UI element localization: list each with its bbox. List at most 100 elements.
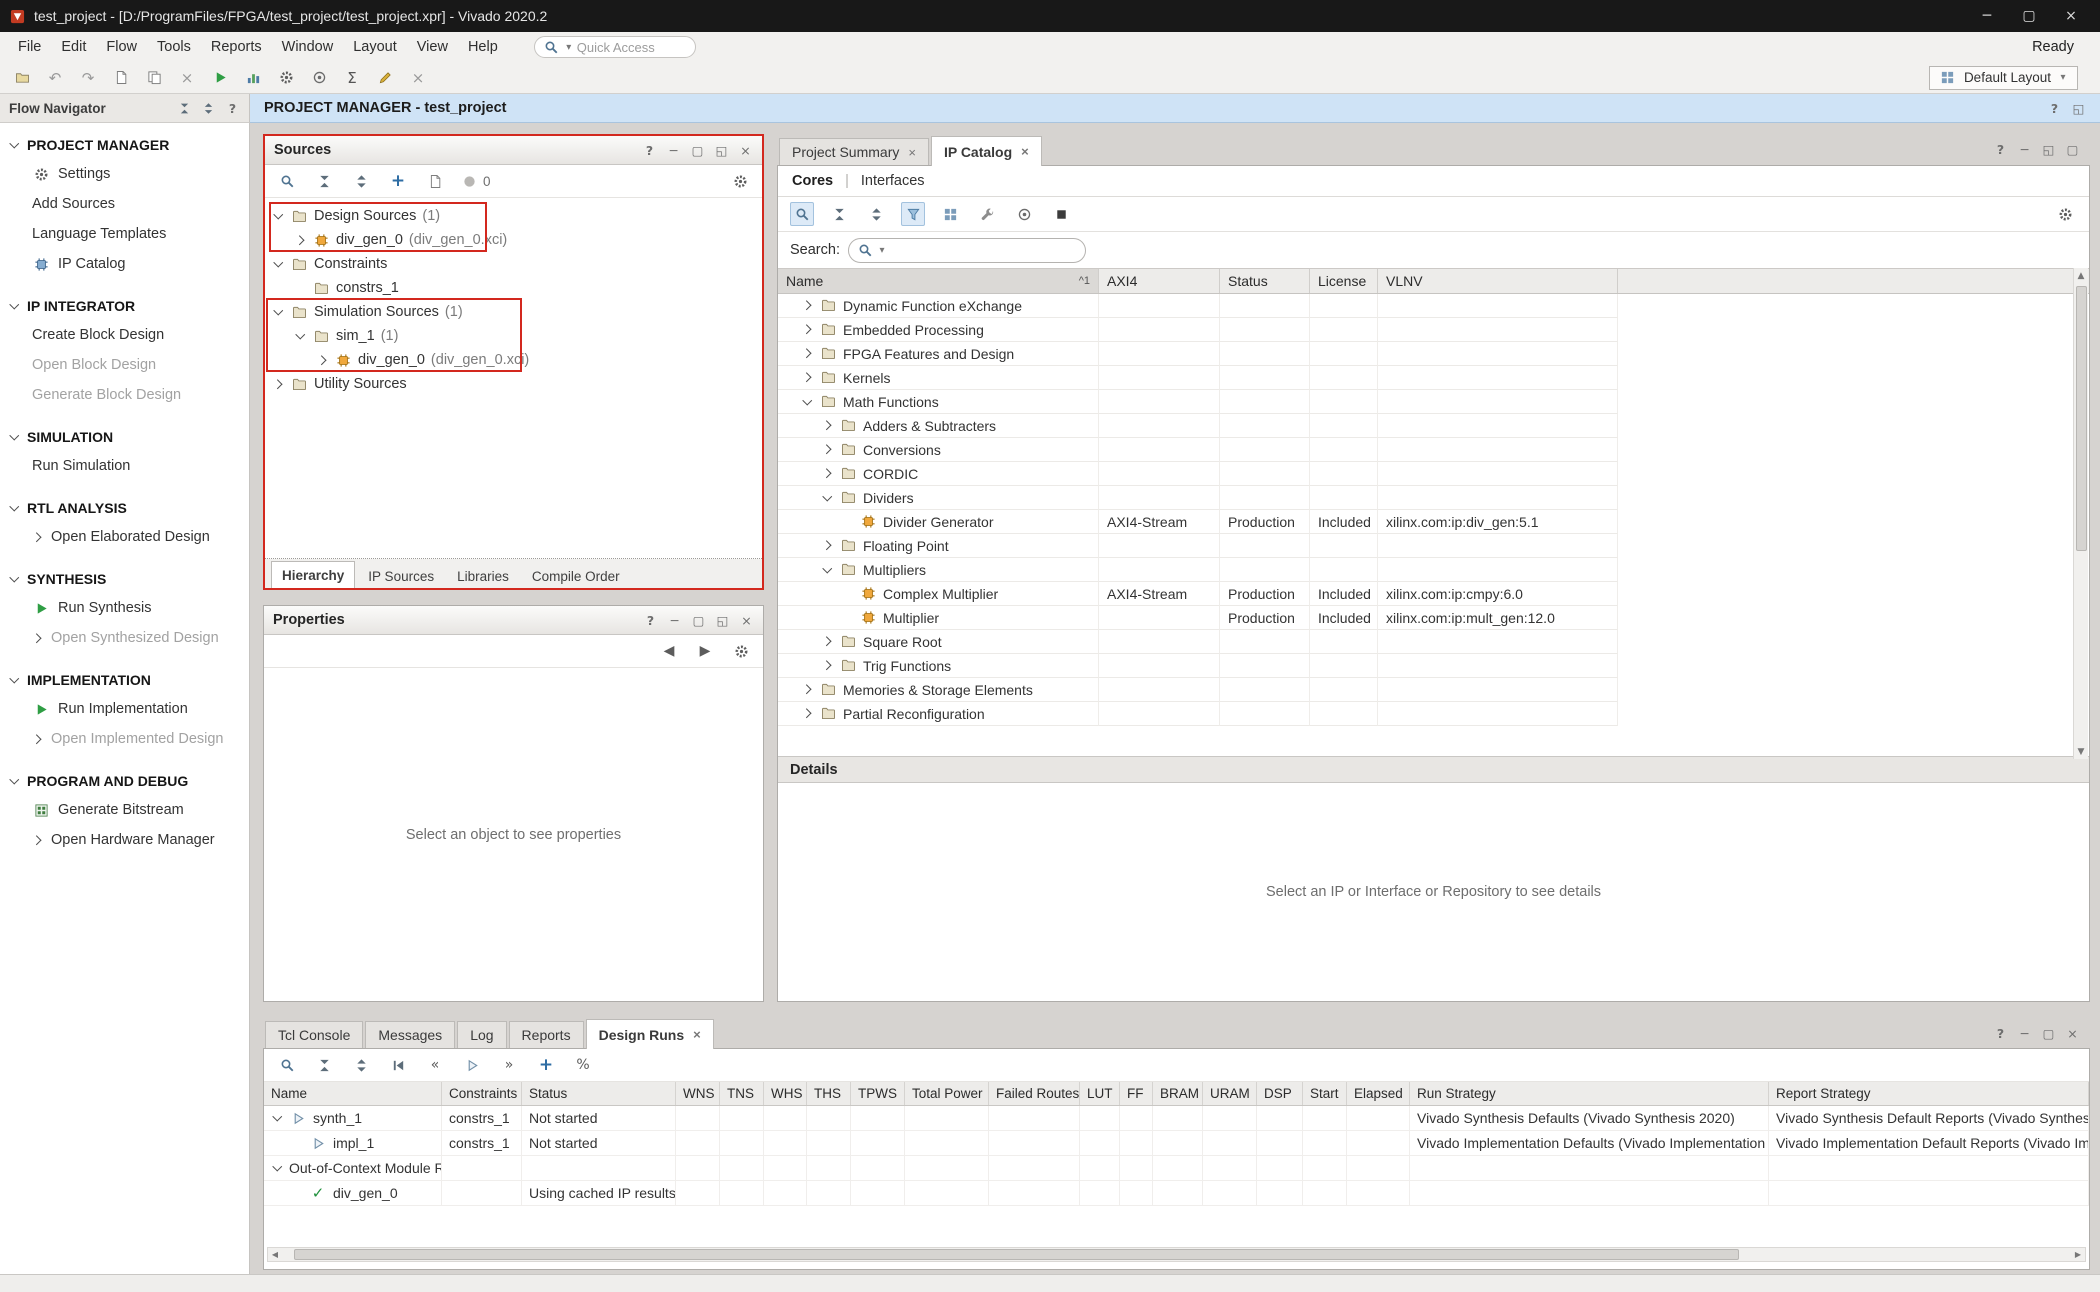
minimize-button[interactable]: ─ — [1966, 0, 2008, 32]
subtab-interfaces[interactable]: Interfaces — [861, 173, 925, 189]
dr-column-start[interactable]: Start — [1303, 1082, 1347, 1105]
help-icon[interactable]: ? — [643, 613, 658, 628]
close-icon[interactable]: × — [2065, 1026, 2080, 1041]
dr-column-lut[interactable]: LUT — [1080, 1082, 1120, 1105]
chevron-right-icon[interactable] — [822, 540, 833, 551]
chevron-right-icon[interactable] — [802, 708, 813, 719]
source-tree-item[interactable]: div_gen_0(div_gen_0.xci) — [265, 228, 762, 252]
sidebar-item-run-implementation[interactable]: Run Implementation — [0, 694, 249, 724]
menu-layout[interactable]: Layout — [343, 34, 407, 60]
ip-catalog-row[interactable]: Partial Reconfiguration — [778, 702, 2089, 726]
dr-column-tpws[interactable]: TPWS — [851, 1082, 905, 1105]
forward-button[interactable]: » — [497, 1053, 521, 1077]
chevron-right-icon[interactable] — [32, 835, 43, 846]
sidebar-item-settings[interactable]: Settings — [0, 159, 249, 189]
source-tree-item[interactable]: Utility Sources — [265, 372, 762, 396]
dr-column-elapsed[interactable]: Elapsed — [1347, 1082, 1410, 1105]
sidebar-section-header-project-manager[interactable]: PROJECT MANAGER — [0, 131, 249, 159]
dr-column-failed-routes[interactable]: Failed Routes — [989, 1082, 1080, 1105]
wrench-button[interactable] — [975, 202, 999, 226]
source-tree-item[interactable]: Constraints — [265, 252, 762, 276]
ip-catalog-row[interactable]: Adders & Subtracters — [778, 414, 2089, 438]
sidebar-item-open-implemented-design[interactable]: Open Implemented Design — [0, 724, 249, 754]
dr-column-ths[interactable]: THS — [807, 1082, 851, 1105]
collapse-all-button[interactable] — [827, 202, 851, 226]
float-icon[interactable]: ◱ — [2041, 142, 2056, 157]
sidebar-section-header-synthesis[interactable]: SYNTHESIS — [0, 565, 249, 593]
sidebar-item-create-block-design[interactable]: Create Block Design — [0, 320, 249, 350]
collapse-all-button[interactable] — [312, 169, 336, 193]
maximize-icon[interactable]: ▢ — [690, 143, 705, 158]
sidebar-section-header-ip-integrator[interactable]: IP INTEGRATOR — [0, 292, 249, 320]
dr-column-whs[interactable]: WHS — [764, 1082, 807, 1105]
sidebar-item-open-elaborated-design[interactable]: Open Elaborated Design — [0, 522, 249, 552]
target-button[interactable] — [1012, 202, 1036, 226]
design-run-row[interactable]: synth_1constrs_1Not startedVivado Synthe… — [264, 1106, 2089, 1131]
dr-column-tns[interactable]: TNS — [720, 1082, 764, 1105]
chevron-down-icon[interactable] — [273, 211, 284, 222]
help-icon[interactable]: ? — [642, 143, 657, 158]
sidebar-item-open-hardware-manager[interactable]: Open Hardware Manager — [0, 825, 249, 855]
chevron-down-icon[interactable] — [9, 301, 20, 312]
chevron-down-icon[interactable] — [9, 574, 20, 585]
ip-search-input[interactable] — [889, 243, 1077, 258]
minimize-icon[interactable]: ─ — [2017, 1026, 2032, 1041]
design-run-row[interactable]: Out-of-Context Module Runs — [264, 1156, 2089, 1181]
minimize-icon[interactable]: ─ — [667, 613, 682, 628]
chevron-right-icon[interactable] — [32, 633, 43, 644]
chevron-right-icon[interactable] — [822, 468, 833, 479]
design-run-row[interactable]: ✓div_gen_0Using cached IP results — [264, 1181, 2089, 1206]
sidebar-section-header-implementation[interactable]: IMPLEMENTATION — [0, 666, 249, 694]
sidebar-item-run-simulation[interactable]: Run Simulation — [0, 451, 249, 481]
add-button[interactable]: + — [386, 169, 410, 193]
chevron-down-icon[interactable] — [273, 259, 284, 270]
chevron-right-icon[interactable] — [822, 660, 833, 671]
sources-tab-ip-sources[interactable]: IP Sources — [358, 564, 444, 588]
chevron-right-icon[interactable] — [317, 355, 328, 366]
down-icon[interactable]: ▼ — [2074, 744, 2089, 759]
dr-column-dsp[interactable]: DSP — [1257, 1082, 1303, 1105]
chevron-down-icon[interactable] — [822, 564, 833, 575]
source-tree-item[interactable]: Design Sources(1) — [265, 204, 762, 228]
sum-button[interactable]: Σ — [340, 66, 364, 90]
expand-all-button[interactable] — [349, 1053, 373, 1077]
run-manager-button[interactable] — [241, 66, 265, 90]
subtab-cores[interactable]: Cores — [792, 173, 833, 189]
ip-column-name[interactable]: Name^1 — [778, 269, 1099, 293]
ip-catalog-row[interactable]: Divider GeneratorAXI4-StreamProductionIn… — [778, 510, 2089, 534]
help-icon[interactable]: ? — [1993, 142, 2008, 157]
layout-selector[interactable]: Default Layout ▾ — [1929, 66, 2078, 90]
menu-view[interactable]: View — [407, 34, 458, 60]
cancel-button[interactable]: × — [406, 66, 430, 90]
close-button[interactable]: × — [2050, 0, 2092, 32]
chevron-down-icon[interactable] — [272, 1163, 283, 1174]
ip-catalog-row[interactable]: MultiplierProductionIncludedxilinx.com:i… — [778, 606, 2089, 630]
tab-close-icon[interactable]: × — [1021, 144, 1029, 159]
chevron-right-icon[interactable] — [32, 734, 43, 745]
squares-button[interactable] — [938, 202, 962, 226]
ip-catalog-row[interactable]: Kernels — [778, 366, 2089, 390]
chevron-down-icon[interactable] — [295, 331, 306, 342]
tab-ip-catalog[interactable]: IP Catalog× — [931, 136, 1042, 166]
close-icon[interactable]: × — [738, 143, 753, 158]
chevron-right-icon[interactable] — [802, 324, 813, 335]
ip-column-vlnv[interactable]: VLNV — [1378, 269, 1618, 293]
copy-button[interactable] — [142, 66, 166, 90]
edit-button[interactable] — [373, 66, 397, 90]
chevron-right-icon[interactable] — [802, 300, 813, 311]
ip-column-axi4[interactable]: AXI4 — [1099, 269, 1220, 293]
chevron-right-icon[interactable] — [802, 348, 813, 359]
source-tree-item[interactable]: sim_1(1) — [265, 324, 762, 348]
ip-column-license[interactable]: License — [1310, 269, 1378, 293]
minimize-icon[interactable]: ─ — [2017, 142, 2032, 157]
chevron-down-icon[interactable] — [9, 675, 20, 686]
arrow-left-button[interactable]: ◀ — [657, 639, 681, 663]
sidebar-section-header-rtl-analysis[interactable]: RTL ANALYSIS — [0, 494, 249, 522]
rewind-button[interactable]: « — [423, 1053, 447, 1077]
chevron-down-icon[interactable] — [802, 396, 813, 407]
ip-catalog-row[interactable]: Conversions — [778, 438, 2089, 462]
maximize-icon[interactable]: ▢ — [2041, 1026, 2056, 1041]
source-tree-item[interactable]: div_gen_0(div_gen_0.xci) — [265, 348, 762, 372]
tab-reports[interactable]: Reports — [509, 1021, 584, 1048]
skip-start-button[interactable] — [386, 1053, 410, 1077]
